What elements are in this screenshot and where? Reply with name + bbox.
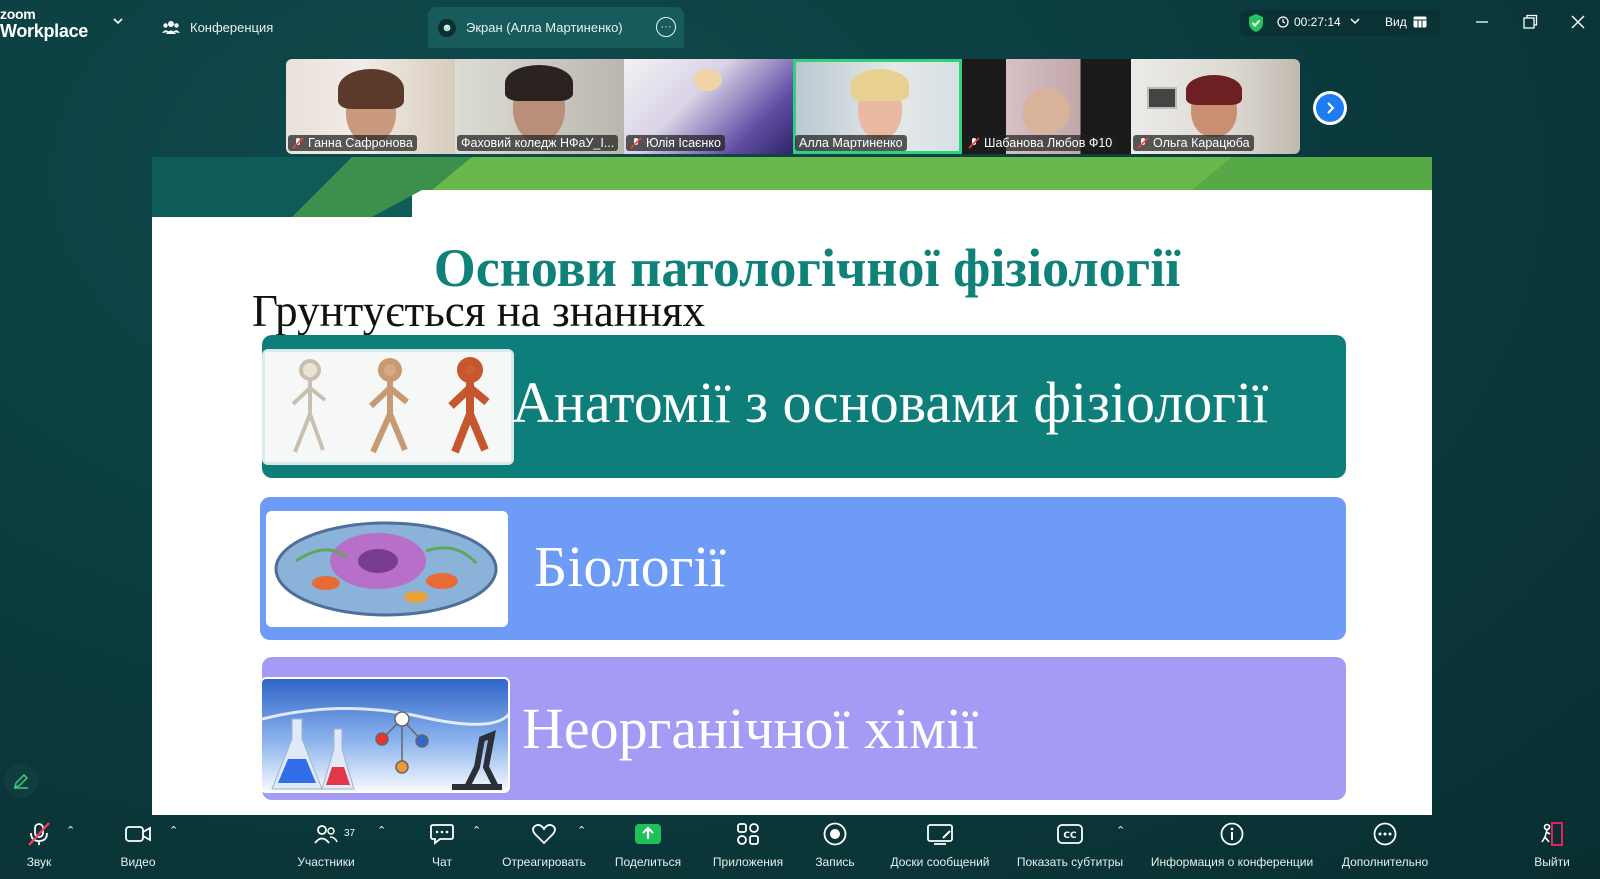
video-button[interactable]: Видео	[110, 818, 166, 878]
participant-video	[1186, 75, 1242, 105]
view-label: Вид	[1385, 15, 1407, 29]
participant-tile[interactable]: Фаховий коледж НФаУ_І...	[455, 59, 624, 154]
more-dots-icon	[1373, 822, 1397, 846]
participants-icon	[314, 825, 338, 844]
participants-count: 37	[344, 828, 356, 839]
svg-text:CC: CC	[1063, 831, 1077, 841]
share-screen-icon	[635, 824, 661, 844]
participant-name: Ольга Карацюба	[1133, 135, 1254, 151]
mic-muted-icon	[1137, 137, 1149, 149]
presenter-avatar-icon: ☻	[438, 18, 456, 37]
shared-screen-slide: Основи патологічної фізіології Грунтуєть…	[152, 157, 1432, 815]
tab-conference-label: Конференция	[190, 19, 274, 35]
captions-options-caret[interactable]: ⌃	[1116, 824, 1125, 837]
apps-grid-icon	[737, 823, 759, 845]
anatomy-illustration	[262, 349, 514, 465]
mic-muted-icon	[292, 137, 304, 149]
close-icon[interactable]	[1568, 12, 1588, 32]
audio-options-caret[interactable]: ⌃	[66, 824, 75, 837]
participant-name: Алла Мартиненко	[795, 135, 907, 151]
participants-options-caret[interactable]: ⌃	[377, 824, 386, 837]
meeting-info-button[interactable]: Информация о конференции	[1144, 818, 1320, 878]
tab-screen-label: Экран (Алла Мартиненко)	[466, 20, 623, 35]
chevron-down-icon[interactable]	[111, 14, 125, 28]
topic-chemistry-box: Неорганічної хімії	[260, 657, 1346, 800]
participant-tile[interactable]: Шабанова Любов Ф10	[962, 59, 1131, 154]
record-button[interactable]: Запись	[810, 818, 860, 878]
topic-label: Біології	[534, 534, 726, 599]
chat-options-caret[interactable]: ⌃	[472, 824, 481, 837]
participant-name: Ганна Сафронова	[288, 135, 417, 151]
ceiling-lamp	[694, 69, 722, 91]
top-bar: zoom Workplace Конференция ☻ Экран (Алла…	[0, 0, 1600, 48]
captions-button[interactable]: CC Показать субтитры	[1010, 818, 1130, 878]
view-button[interactable]: Вид	[1385, 15, 1427, 29]
chevron-right-icon	[1316, 94, 1344, 122]
whiteboards-button[interactable]: Доски сообщений	[884, 818, 996, 878]
chat-button[interactable]: Чат	[416, 818, 468, 878]
meeting-timer[interactable]: 00:27:14	[1277, 15, 1341, 29]
participant-tile[interactable]: Ольга Карацюба	[1131, 59, 1300, 154]
leave-door-icon	[1541, 822, 1563, 846]
zoom-workplace-logo: zoom Workplace	[0, 6, 89, 41]
participants-button[interactable]: Участники	[290, 818, 362, 878]
video-options-caret[interactable]: ⌃	[169, 824, 178, 837]
chat-bubble-icon	[430, 824, 454, 845]
security-shield-icon[interactable]	[1247, 13, 1265, 33]
react-options-caret[interactable]: ⌃	[577, 824, 586, 837]
heart-icon	[532, 824, 556, 845]
participant-tile-active-speaker[interactable]: Алла Мартиненко	[793, 59, 962, 154]
participants-group-icon	[162, 21, 180, 34]
participant-video	[1014, 80, 1078, 142]
restore-icon[interactable]	[1520, 12, 1540, 32]
topic-label: Неорганічної хімії	[522, 696, 979, 761]
annotate-pen-button[interactable]	[4, 764, 38, 798]
tab-screen-share[interactable]: ☻ Экран (Алла Мартиненко) ···	[428, 7, 684, 48]
grid-view-icon	[1413, 16, 1427, 28]
wall-picture	[1147, 87, 1177, 109]
leave-button[interactable]: Выйти	[1528, 818, 1576, 878]
mic-muted-icon	[28, 822, 50, 846]
participant-name: Юлія Ісаєнко	[626, 135, 725, 151]
slide-subtitle: Грунтується на знаннях	[252, 286, 706, 336]
minimize-icon[interactable]	[1472, 12, 1492, 32]
participant-name: Шабанова Любов Ф10	[964, 135, 1117, 151]
participant-tile[interactable]: Юлія Ісаєнко	[624, 59, 793, 154]
gallery-next-button[interactable]	[1313, 91, 1347, 125]
participant-video	[338, 69, 404, 109]
audio-button[interactable]: Звук	[14, 818, 64, 878]
record-icon	[823, 822, 847, 846]
mic-muted-icon	[630, 137, 642, 149]
timer-value: 00:27:14	[1294, 15, 1341, 29]
participant-name: Фаховий коледж НФаУ_І...	[457, 135, 619, 151]
apps-button[interactable]: Приложения	[706, 818, 790, 878]
share-button[interactable]: Поделиться	[610, 818, 686, 878]
participant-video	[851, 69, 909, 101]
info-icon	[1220, 822, 1244, 846]
more-options-icon[interactable]: ···	[656, 17, 676, 37]
chevron-down-icon[interactable]	[1349, 15, 1361, 27]
cell-illustration	[266, 511, 508, 627]
clock-icon	[1277, 16, 1289, 28]
closed-captions-icon: CC	[1057, 824, 1083, 844]
participant-tile[interactable]: Ганна Сафронова	[286, 59, 455, 154]
more-button[interactable]: Дополнительно	[1338, 818, 1432, 878]
participant-video	[505, 65, 573, 101]
participant-gallery: Ганна Сафронова Фаховий коледж НФаУ_І...…	[286, 59, 1300, 154]
mic-muted-icon	[968, 137, 980, 149]
topic-label: Анатомії з основами фізіології	[512, 370, 1269, 435]
whiteboard-icon	[927, 824, 953, 845]
video-camera-icon	[125, 826, 151, 842]
pen-icon	[13, 773, 29, 789]
slide-header-band	[152, 157, 1432, 217]
topic-anatomy-box: Анатомії з основами фізіології	[262, 335, 1346, 478]
tab-conference[interactable]: Конференция	[162, 8, 273, 46]
chemistry-illustration	[260, 677, 510, 793]
topic-biology-box: Біології	[260, 497, 1346, 640]
meeting-toolbar: Звук ⌃ Видео ⌃ Участники 37 ⌃ Чат ⌃ Отре…	[0, 818, 1600, 879]
